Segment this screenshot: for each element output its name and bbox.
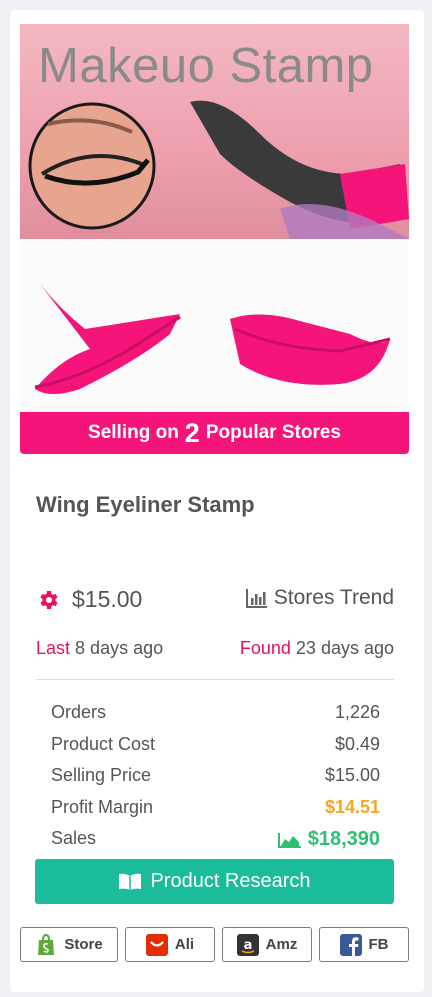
stats-list: Orders 1,226 Product Cost $0.49 Selling … [51, 700, 380, 858]
price-row: $15.00 Stores Trend [36, 586, 398, 616]
shopify-bag-icon [38, 933, 55, 955]
book-icon [119, 873, 142, 890]
stat-value: $14.51 [324, 796, 380, 817]
price: $15.00 [72, 586, 143, 612]
gear-icon[interactable] [36, 588, 60, 612]
area-chart-icon [277, 832, 301, 848]
product-image-top: Makeuo Stamp [20, 24, 409, 239]
svg-text:a: a [243, 938, 252, 953]
stat-orders: Orders 1,226 [51, 700, 380, 732]
product-image[interactable]: Makeuo Stamp [20, 24, 409, 422]
fb-button[interactable]: FB [319, 927, 409, 962]
last-label: Last [36, 638, 71, 658]
product-research-label: Product Research [150, 870, 311, 892]
stores-trend-link[interactable]: Stores Trend [245, 586, 394, 610]
fb-label: FB [368, 936, 389, 953]
banner-count: 2 [184, 417, 200, 448]
stat-label: Product Cost [51, 733, 156, 754]
stat-label: Orders [51, 702, 107, 722]
stat-value: 1,226 [334, 702, 380, 722]
amz-label: Amz [265, 936, 298, 953]
divider [36, 679, 394, 680]
stat-value: $0.49 [334, 733, 380, 754]
stat-label: Selling Price [51, 765, 152, 785]
last-seen: Last 8 days ago [36, 638, 163, 659]
facebook-icon [339, 933, 362, 956]
image-title: Makeuo Stamp [38, 39, 374, 93]
stat-product-cost: Product Cost $0.49 [51, 732, 380, 764]
aliexpress-icon [145, 933, 168, 956]
stat-label: Profit Margin [51, 796, 154, 817]
stat-selling-price: Selling Price $15.00 [51, 763, 380, 795]
bar-chart-icon [245, 589, 267, 608]
product-research-button[interactable]: Product Research [35, 859, 394, 904]
stat-value: $15.00 [324, 765, 380, 785]
stores-trend-label: Stores Trend [273, 586, 394, 609]
stat-value: $18,390 [307, 828, 380, 850]
amz-button[interactable]: a Amz [222, 927, 312, 962]
ali-button[interactable]: Ali [125, 927, 215, 962]
product-image-bottom [20, 239, 409, 422]
stat-label: Sales [51, 828, 97, 848]
banner-suffix: Popular Stores [205, 422, 341, 443]
product-title[interactable]: Wing Eyeliner Stamp [36, 492, 255, 518]
ali-label: Ali [174, 936, 195, 953]
store-button[interactable]: Store [20, 927, 118, 962]
store-label: Store [64, 936, 103, 953]
stat-profit-margin: Profit Margin $14.51 [51, 795, 380, 827]
amazon-icon: a [236, 933, 259, 956]
found-label: Found [239, 638, 291, 658]
stat-sales-value: $18,390 [277, 828, 380, 851]
store-buttons: Store Ali a Amz FB [20, 927, 414, 963]
selling-banner: Selling on 2 Popular Stores [20, 412, 409, 454]
found-value: 23 days ago [295, 638, 394, 658]
product-card: Makeuo Stamp Selling on 2 Popular Stores… [10, 10, 424, 992]
stat-sales: Sales $18,390 [51, 826, 380, 858]
last-value: 8 days ago [75, 638, 164, 658]
found-date: Found 23 days ago [240, 638, 394, 659]
banner-prefix: Selling on [88, 422, 179, 443]
